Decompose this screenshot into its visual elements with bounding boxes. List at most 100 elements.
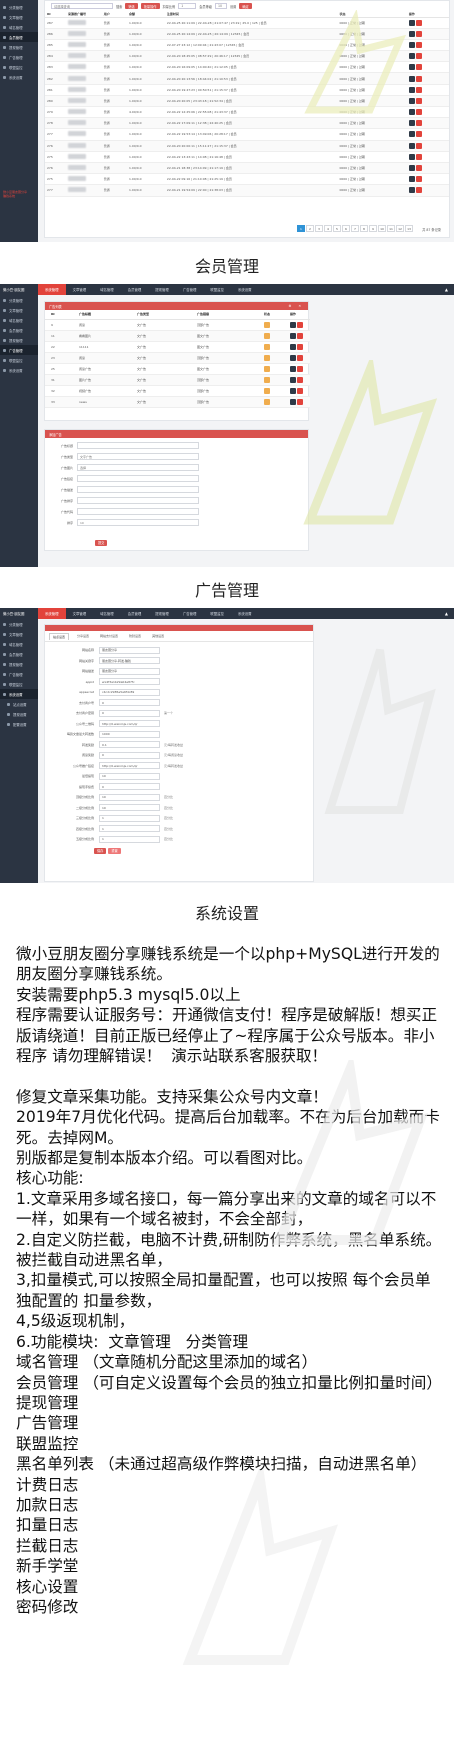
top-tab[interactable]: 系统设置 [231,284,259,295]
sidebar-item[interactable]: 系统设置 [0,72,38,82]
delete-icon[interactable] [415,187,422,194]
status-toggle-icon[interactable] [264,321,270,328]
sidebar-item[interactable]: 系统设置 [0,365,38,375]
edit-icon[interactable] [408,97,415,104]
edit-icon[interactable] [290,387,296,394]
sidebar-subitem[interactable]: 配置设置 [0,719,38,729]
sidebar-item[interactable]: 提现管理 [0,335,38,345]
status-toggle-icon[interactable] [264,387,270,394]
edit-icon[interactable] [408,19,415,26]
delete-icon[interactable] [415,165,422,172]
setting-input[interactable]: 0 [99,709,160,717]
setting-input[interactable]: 10 [99,804,160,812]
chevron-up-icon[interactable]: ▲ [445,611,448,616]
top-tab[interactable]: 联盟监控 [203,284,231,295]
delete-icon[interactable] [415,86,422,93]
top-tab[interactable]: 提现管理 [148,608,176,619]
setting-input[interactable]: 0 [99,751,160,759]
top-tab[interactable]: 广告管理 [176,608,204,619]
delete-icon[interactable] [297,398,303,405]
field-input[interactable]: 选择 [77,464,199,471]
settings-tab[interactable]: 站点设置 [49,632,70,640]
status-toggle-icon[interactable] [264,332,270,339]
page-button[interactable]: 5 [333,225,341,232]
delete-icon[interactable] [415,19,422,26]
edit-icon[interactable] [408,153,415,160]
sidebar-item[interactable]: 联盟监控 [0,62,38,72]
edit-icon[interactable] [408,30,415,37]
settings-tab[interactable]: 分享设置 [74,633,92,639]
status-toggle-icon[interactable] [264,398,270,405]
sidebar-item[interactable]: 文章管理 [0,305,38,315]
sidebar-item[interactable]: 联盟监控 [0,355,38,365]
page-button[interactable]: 2 [306,225,314,232]
sidebar-item[interactable]: 会员管理 [0,649,38,659]
top-tab[interactable]: 联盟监控 [203,608,231,619]
page-button[interactable]: 11 [387,225,395,232]
edit-icon[interactable] [408,109,415,116]
page-button[interactable]: 12 [396,225,404,232]
delete-icon[interactable] [415,53,422,60]
sidebar-item[interactable]: 提现管理 [0,42,38,52]
top-tab[interactable]: 提现管理 [148,284,176,295]
edit-icon[interactable] [408,75,415,82]
setting-input[interactable]: 0 [99,699,160,707]
sidebar-item[interactable]: 广告管理 [0,669,38,679]
sidebar-item[interactable]: 域名管理 [0,22,38,32]
edit-icon[interactable] [408,53,415,60]
setting-input[interactable]: 0 [99,783,160,791]
field-input[interactable] [77,508,199,515]
status-toggle-icon[interactable] [264,354,270,361]
sidebar-item[interactable]: 会员管理 [0,32,38,42]
delete-icon[interactable] [415,64,422,71]
top-tab[interactable]: 文章管理 [66,608,94,619]
sidebar-item[interactable]: 广告管理 [0,52,38,62]
top-tab[interactable]: 域名管理 [93,608,121,619]
reset-button[interactable]: 重置 [108,847,121,854]
delete-icon[interactable] [297,332,303,339]
edit-icon[interactable] [290,398,296,405]
setting-input[interactable]: c4c2c2985e5a6f4c89 [99,688,160,696]
edit-icon[interactable] [408,64,415,71]
field-input[interactable] [77,497,199,504]
level-input[interactable]: 10 [215,3,227,9]
top-tab[interactable]: 文章管理 [66,284,94,295]
edit-icon[interactable] [290,321,296,328]
edit-icon[interactable] [290,332,296,339]
sidebar-item[interactable]: 联盟监控 [0,679,38,689]
setting-input[interactable]: 0.1 [99,741,160,749]
filter-button[interactable]: 筛选 [125,3,138,9]
top-tab[interactable]: 系统设置 [231,608,259,619]
delete-icon[interactable] [415,131,422,138]
sidebar-item[interactable]: 分类管理 [0,2,38,12]
top-tab[interactable]: 会员管理 [121,284,149,295]
top-tab[interactable]: 域名管理 [93,284,121,295]
setting-input[interactable]: wx4f3a1b29a04e87fc [99,678,160,686]
edit-icon[interactable] [408,176,415,183]
edit-icon[interactable] [290,376,296,383]
sidebar-item[interactable]: 域名管理 [0,315,38,325]
page-button[interactable]: 13 [405,225,413,232]
setting-input[interactable]: 10 [99,793,160,801]
top-tab[interactable]: 系统管理 [38,284,66,295]
sidebar-item[interactable]: 文章管理 [0,629,38,639]
sidebar-item[interactable]: 文章管理 [0,12,38,22]
setting-input[interactable]: 1 [99,814,160,822]
sidebar-subitem[interactable]: 提现设置 [0,709,38,719]
status-toggle-icon[interactable] [264,365,270,372]
delete-icon[interactable] [415,176,422,183]
confirm-button[interactable]: 确定 [239,3,252,9]
save-button[interactable]: 保存 [94,847,107,854]
page-button[interactable]: 1 [297,225,305,232]
sidebar-item[interactable]: 分类管理 [0,619,38,629]
status-toggle-icon[interactable] [264,376,270,383]
page-button[interactable]: 10 [378,225,386,232]
sidebar-subitem[interactable]: 站点设置 [0,699,38,709]
field-input[interactable] [77,486,199,493]
edit-icon[interactable] [408,142,415,149]
edit-icon[interactable] [408,131,415,138]
edit-icon[interactable] [290,343,296,350]
status-toggle-icon[interactable] [264,343,270,350]
top-tab[interactable]: 广告管理 [176,284,204,295]
edit-icon[interactable] [290,365,296,372]
